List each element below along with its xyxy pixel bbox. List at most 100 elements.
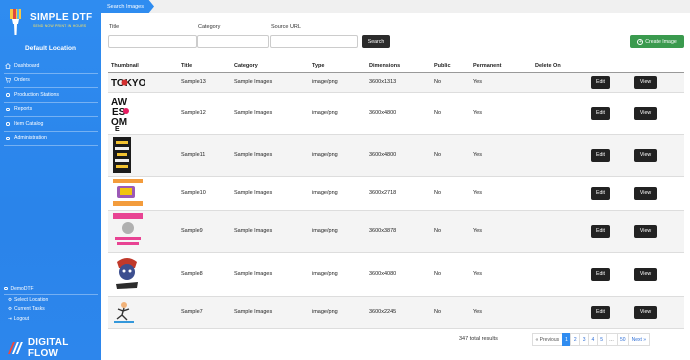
category-filter-input[interactable] <box>197 35 269 48</box>
column-header <box>631 61 684 73</box>
sidebar-item-label: Item Catalog <box>14 120 44 127</box>
delete-on-cell <box>532 92 588 135</box>
view-button[interactable]: View <box>634 148 657 162</box>
next-page-button[interactable]: Next » <box>628 333 650 346</box>
sidebar-item-orders[interactable]: Orders <box>4 74 98 88</box>
edit-button[interactable]: Edit <box>591 106 610 120</box>
view-button[interactable]: View <box>634 224 657 238</box>
thumbnail-image[interactable]: TOKYO <box>111 75 145 89</box>
view-button[interactable]: View <box>634 305 657 319</box>
category-cell: Sample Images <box>231 252 309 297</box>
view-button[interactable]: View <box>634 106 657 120</box>
type-cell: image/png <box>309 252 366 297</box>
type-cell: image/png <box>309 296 366 329</box>
logout-link[interactable]: ⇥ Logout <box>4 314 98 324</box>
logout-icon: ⇥ <box>8 315 12 321</box>
edit-button[interactable]: Edit <box>591 186 610 200</box>
dimensions-cell: 3600x4080 <box>366 252 431 297</box>
column-header[interactable]: Title <box>178 61 231 73</box>
type-cell: image/png <box>309 72 366 93</box>
dot-icon <box>5 92 11 98</box>
search-button[interactable]: Search <box>362 35 390 48</box>
table-row: Sample9 Sample Images image/png 3600x387… <box>108 210 684 253</box>
category-cell: Sample Images <box>231 134 309 177</box>
title-cell: Sample12 <box>178 92 231 135</box>
column-header[interactable]: Type <box>309 61 366 73</box>
view-button[interactable]: View <box>634 267 657 281</box>
thumbnail-image[interactable] <box>111 212 145 250</box>
home-icon <box>5 62 11 69</box>
gear-icon: ⚙ <box>8 296 13 302</box>
title-filter-input[interactable] <box>108 35 197 48</box>
dimensions-cell: 3600x2245 <box>366 296 431 329</box>
column-header[interactable]: Category <box>231 61 309 73</box>
sidebar-item-label: Dashboard <box>14 62 40 69</box>
digital-flow-mark-icon <box>7 342 23 354</box>
edit-button[interactable]: Edit <box>591 148 610 162</box>
edit-button[interactable]: Edit <box>591 305 610 319</box>
brand-logo[interactable]: SIMPLE DTF SEND NOW PRINT IN HOURS <box>6 6 98 40</box>
dot-icon <box>5 121 11 127</box>
thumbnail-image[interactable] <box>111 256 143 292</box>
source-url-filter-label: Source URL <box>271 24 301 30</box>
thumbnail-image[interactable] <box>111 300 137 324</box>
public-cell: No <box>431 92 470 135</box>
sidebar-item-dashboard[interactable]: Dashboard <box>4 59 98 74</box>
view-button[interactable]: View <box>634 186 657 200</box>
delete-on-cell <box>532 296 588 329</box>
thumbnail-image[interactable] <box>111 137 133 173</box>
sidebar-item-production-stations[interactable]: Production Stations <box>4 88 98 103</box>
column-header[interactable]: Dimensions <box>366 61 431 73</box>
brand-tagline: SEND NOW PRINT IN HOURS <box>33 24 87 28</box>
thumbnail-cell <box>108 252 178 297</box>
thumbnail-image[interactable] <box>111 179 145 207</box>
column-header <box>588 61 631 73</box>
column-header[interactable]: Thumbnail <box>108 61 178 73</box>
breadcrumb[interactable]: Search Images <box>101 0 154 13</box>
dimensions-cell: 3600x1313 <box>366 72 431 93</box>
app-root: SIMPLE DTF SEND NOW PRINT IN HOURS Defau… <box>0 0 690 360</box>
thumbnail-cell: AW ES OM E <box>108 92 178 135</box>
sidebar-item-label: Production Stations <box>14 91 59 98</box>
type-cell: image/png <box>309 176 366 211</box>
sidebar-item-reports[interactable]: Reports <box>4 103 98 117</box>
select-location-link[interactable]: ⚙ Select Location <box>4 295 98 305</box>
title-cell: Sample9 <box>178 210 231 253</box>
edit-button[interactable]: Edit <box>591 75 610 89</box>
column-header[interactable]: Permanent <box>470 61 532 73</box>
sidebar-item-administration[interactable]: Administration <box>4 132 98 146</box>
user-name-label: DemoDTF <box>10 286 34 292</box>
title-cell: Sample13 <box>178 72 231 93</box>
column-header[interactable]: Public <box>431 61 470 73</box>
type-cell: image/png <box>309 92 366 135</box>
delete-on-cell <box>532 176 588 211</box>
title-cell: Sample11 <box>178 134 231 177</box>
category-cell: Sample Images <box>231 92 309 135</box>
sidebar: SIMPLE DTF SEND NOW PRINT IN HOURS Defau… <box>0 0 101 360</box>
current-location: Default Location <box>25 45 76 52</box>
edit-button[interactable]: Edit <box>591 267 610 281</box>
previous-page-button[interactable]: « Previous <box>532 333 563 346</box>
edit-button[interactable]: Edit <box>591 224 610 238</box>
thumbnail-image[interactable]: AW ES OM E <box>111 95 133 131</box>
create-image-button[interactable]: + Create Image <box>630 35 684 48</box>
type-cell: image/png <box>309 210 366 253</box>
current-tasks-link[interactable]: ⚙ Current Tasks <box>4 305 98 315</box>
column-header[interactable]: Delete On <box>532 61 588 73</box>
source-url-filter-input[interactable] <box>270 35 358 48</box>
sidebar-item-item-catalog[interactable]: Item Catalog <box>4 117 98 132</box>
view-button[interactable]: View <box>634 75 657 89</box>
user-link-label: Select Location <box>14 296 49 303</box>
permanent-cell: Yes <box>470 92 532 135</box>
table-row: TOKYO Sample13 Sample Images image/png 3… <box>108 72 684 93</box>
dot-icon <box>4 286 8 292</box>
permanent-cell: Yes <box>470 72 532 93</box>
delete-on-cell <box>532 72 588 93</box>
paintbrush-icon <box>10 9 21 35</box>
table-row: Sample10 Sample Images image/png 3600x27… <box>108 176 684 211</box>
permanent-cell: Yes <box>470 296 532 329</box>
public-cell: No <box>431 210 470 253</box>
user-name[interactable]: DemoDTF <box>4 284 98 295</box>
thumbnail-cell: TOKYO <box>108 72 178 93</box>
thumbnail-cell <box>108 176 178 211</box>
